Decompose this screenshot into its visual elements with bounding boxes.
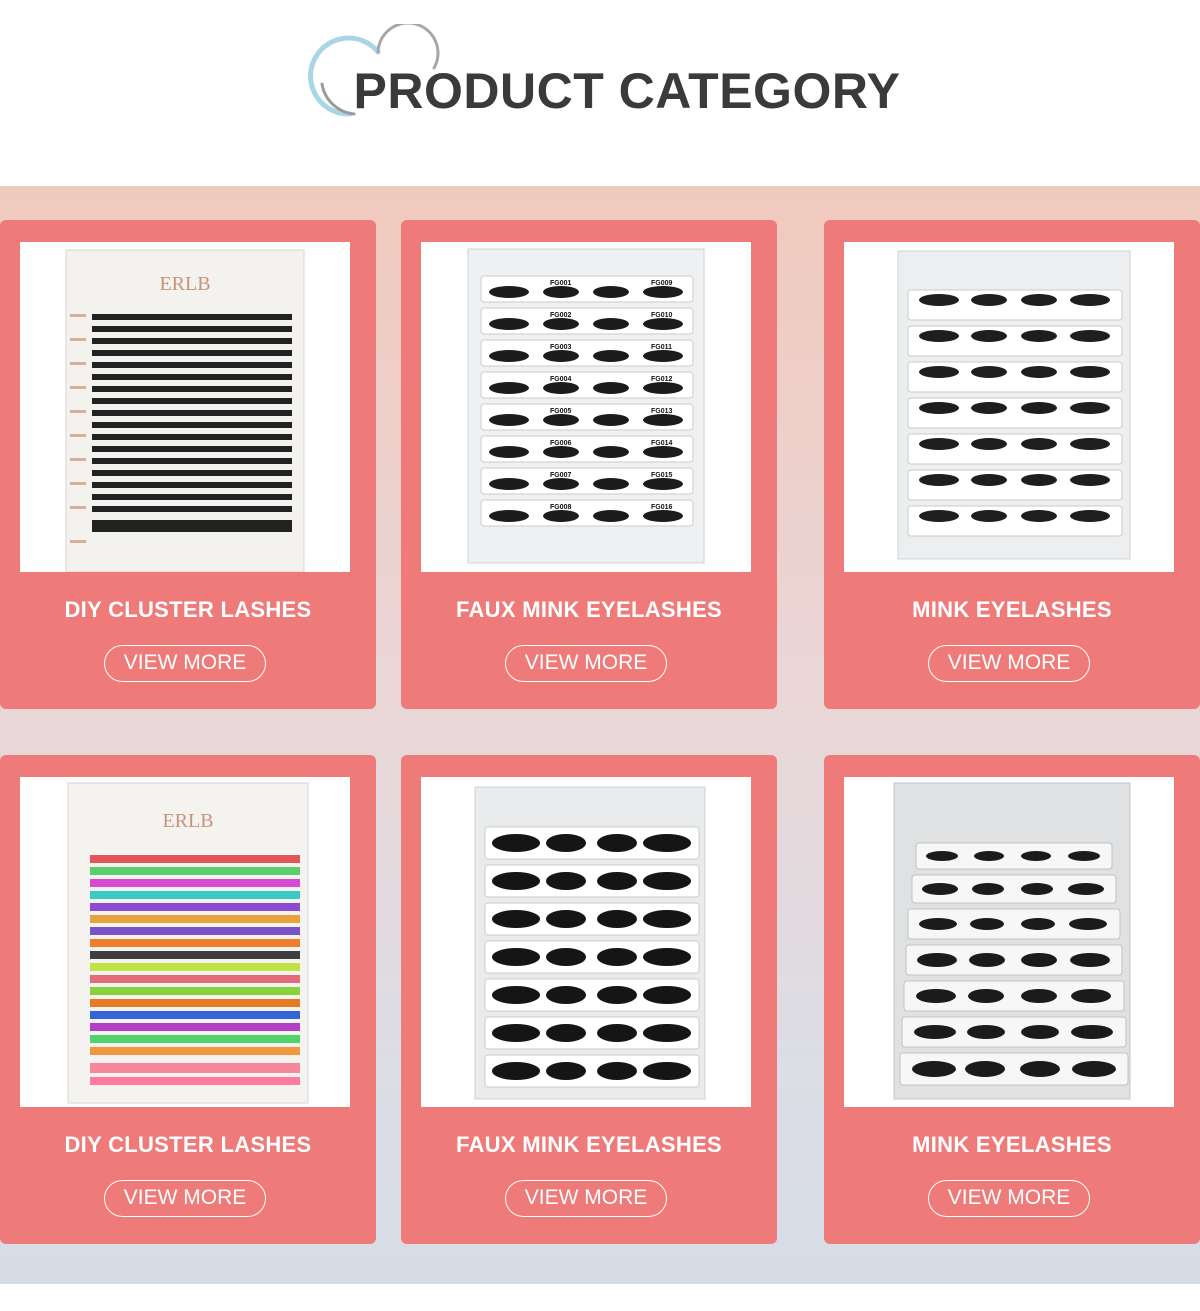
product-image[interactable] bbox=[421, 777, 751, 1107]
tray-label: FG004 bbox=[550, 376, 572, 383]
tray-label: FG003 bbox=[550, 344, 572, 351]
tray-label: FG002 bbox=[550, 312, 572, 319]
product-card-mink[interactable]: MINK EYELASHES VIEW MORE bbox=[824, 220, 1200, 709]
diy-cluster-lash-tray-photo: ERLB bbox=[20, 242, 350, 572]
product-card-diy-cluster[interactable]: ERLB DIY CLUSTER LASHES VIEW MORE bbox=[0, 220, 376, 709]
brand-logo: ERLB bbox=[162, 810, 213, 832]
tray-label: FG010 bbox=[651, 312, 673, 319]
tray-label: FG011 bbox=[651, 344, 672, 351]
mink-lash-tray-photo bbox=[844, 242, 1174, 572]
page-header: PRODUCT CATEGORY bbox=[0, 0, 1200, 186]
view-more-button[interactable]: VIEW MORE bbox=[928, 1180, 1090, 1217]
view-more-button[interactable]: VIEW MORE bbox=[104, 645, 266, 682]
tray-label: FG006 bbox=[550, 440, 572, 447]
view-more-button[interactable]: VIEW MORE bbox=[928, 645, 1090, 682]
product-image[interactable] bbox=[844, 777, 1174, 1107]
tray-label: FG008 bbox=[550, 504, 572, 511]
product-card-faux-mink-2[interactable]: FAUX MINK EYELASHES VIEW MORE bbox=[401, 755, 777, 1244]
view-more-button[interactable]: VIEW MORE bbox=[505, 1180, 667, 1217]
product-image[interactable] bbox=[844, 242, 1174, 572]
brand-logo: ERLB bbox=[159, 273, 210, 295]
colored-diy-cluster-lash-tray-photo: ERLB bbox=[20, 777, 350, 1107]
tray-label: FG012 bbox=[651, 376, 673, 383]
product-card-mink-2[interactable]: MINK EYELASHES VIEW MORE bbox=[824, 755, 1200, 1244]
tray-label: FG007 bbox=[550, 472, 572, 479]
product-image[interactable]: FG001 FG002 FG003 FG004 FG005 FG006 FG00… bbox=[421, 242, 751, 572]
product-title[interactable]: MINK EYELASHES bbox=[824, 1132, 1200, 1158]
tray-label: FG005 bbox=[550, 408, 572, 415]
tray-label: FG001 bbox=[550, 280, 572, 287]
product-card-faux-mink[interactable]: FG001 FG002 FG003 FG004 FG005 FG006 FG00… bbox=[401, 220, 777, 709]
view-more-button[interactable]: VIEW MORE bbox=[505, 645, 667, 682]
faux-mink-lash-tray-photo: FG001 FG002 FG003 FG004 FG005 FG006 FG00… bbox=[421, 242, 751, 572]
tray-label: FG015 bbox=[651, 472, 673, 479]
product-image[interactable]: ERLB bbox=[20, 242, 350, 572]
view-more-button[interactable]: VIEW MORE bbox=[104, 1180, 266, 1217]
product-title[interactable]: FAUX MINK EYELASHES bbox=[401, 597, 777, 623]
product-card-diy-cluster-color[interactable]: ERLB DIY CLUSTER LASHES VIEW MORE bbox=[0, 755, 376, 1244]
product-title[interactable]: FAUX MINK EYELASHES bbox=[401, 1132, 777, 1158]
tray-label: FG009 bbox=[651, 280, 673, 287]
mink-lash-tray-photo bbox=[844, 777, 1174, 1107]
product-image[interactable]: ERLB bbox=[20, 777, 350, 1107]
product-title[interactable]: MINK EYELASHES bbox=[824, 597, 1200, 623]
page-title: PRODUCT CATEGORY bbox=[353, 63, 901, 119]
tray-label: FG014 bbox=[651, 440, 673, 447]
tray-label: FG013 bbox=[651, 408, 673, 415]
tray-label: FG016 bbox=[651, 504, 673, 511]
product-title[interactable]: DIY CLUSTER LASHES bbox=[0, 597, 376, 623]
product-title[interactable]: DIY CLUSTER LASHES bbox=[0, 1132, 376, 1158]
faux-mink-lash-tray-photo bbox=[421, 777, 751, 1107]
